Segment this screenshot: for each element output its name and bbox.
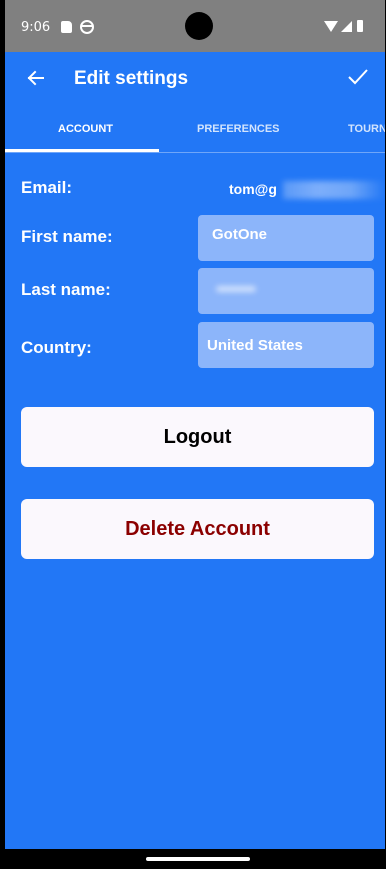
- arrow-left-icon: [27, 70, 44, 86]
- first-name-label: First name:: [21, 227, 113, 246]
- tab-selected-indicator: [5, 149, 159, 152]
- first-name-field[interactable]: GotOne: [198, 215, 374, 261]
- sd-card-icon: [61, 21, 72, 33]
- tab-account[interactable]: ACCOUNT: [58, 123, 113, 135]
- email-redaction: [283, 181, 385, 199]
- last-name-field[interactable]: [198, 268, 374, 314]
- page-title: Edit settings: [74, 68, 189, 89]
- battery-icon: [357, 20, 363, 32]
- home-gesture-handle[interactable]: [146, 857, 250, 861]
- status-time: 9:06: [21, 20, 51, 35]
- status-bar: 9:06: [5, 0, 385, 52]
- email-label: Email:: [21, 178, 73, 197]
- logout-button[interactable]: Logout: [21, 407, 374, 467]
- delete-account-button[interactable]: Delete Account: [21, 499, 374, 559]
- phone-frame: 9:06 Edit settings ACCOUNT PREFERENCES T…: [0, 0, 386, 869]
- tab-bar: ACCOUNT PREFERENCES TOURN: [5, 106, 385, 153]
- last-name-label: Last name:: [21, 280, 111, 299]
- app-bar: Edit settings: [5, 52, 385, 106]
- screen: 9:06 Edit settings ACCOUNT PREFERENCES T…: [5, 0, 385, 869]
- do-not-disturb-icon: [80, 20, 94, 34]
- tab-tournaments[interactable]: TOURN: [348, 123, 385, 135]
- country-label: Country:: [21, 338, 92, 357]
- tab-preferences[interactable]: PREFERENCES: [197, 123, 280, 135]
- wifi-icon: [324, 21, 338, 32]
- back-button[interactable]: [21, 63, 51, 93]
- save-button[interactable]: [343, 62, 373, 92]
- country-select[interactable]: United States: [198, 322, 374, 368]
- checkmark-icon: [348, 69, 368, 85]
- last-name-redaction: [216, 286, 256, 292]
- system-nav-bar: [5, 849, 385, 869]
- email-value: tom@g: [229, 181, 277, 197]
- camera-cutout: [185, 12, 213, 40]
- signal-icon: [341, 21, 352, 32]
